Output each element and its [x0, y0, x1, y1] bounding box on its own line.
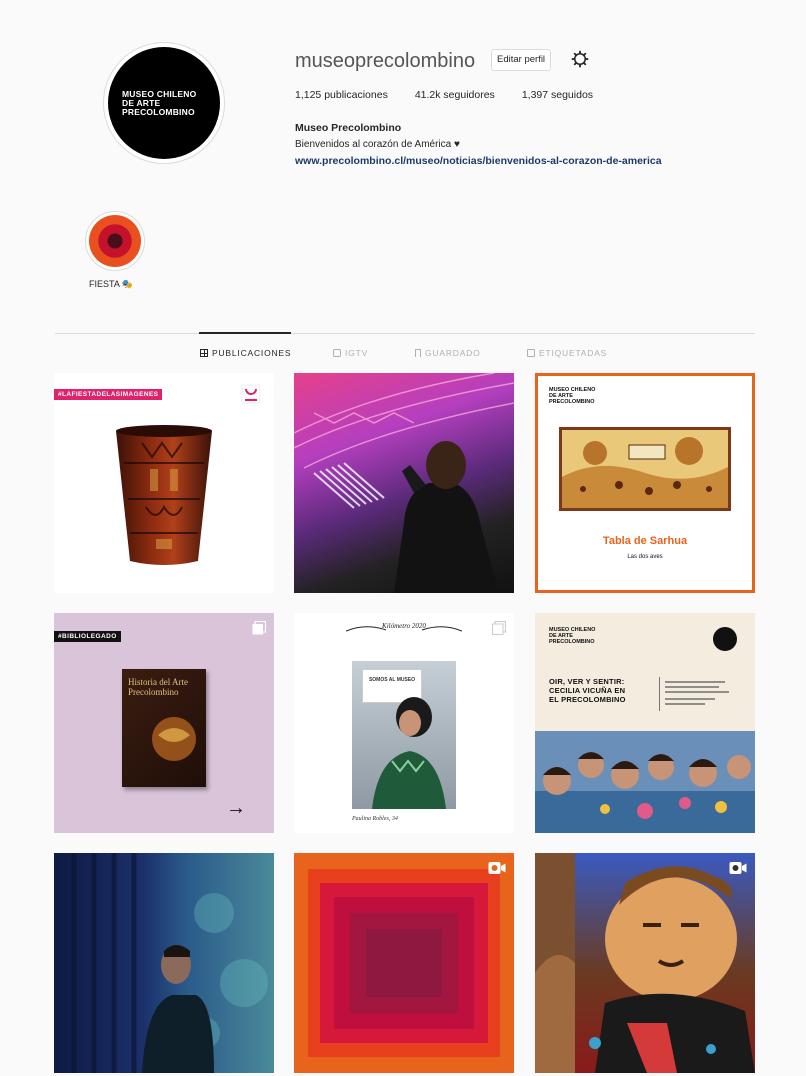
posts-count: 1,125 publicaciones [295, 89, 388, 101]
kero-vessel-image [116, 425, 212, 565]
tab-etiquetadas[interactable]: ETIQUETADAS [527, 348, 607, 358]
video-camera-icon [729, 862, 747, 874]
book-cover-image: Historia del Arte Precolombino [122, 669, 206, 787]
projection-photo [294, 373, 514, 593]
post-tile[interactable] [535, 853, 755, 1073]
active-tab-indicator [199, 332, 291, 334]
hashtag-label: #BIBLIOLEGADO [54, 631, 121, 642]
profile-website-link[interactable]: www.precolombino.cl/museo/noticias/bienv… [295, 155, 662, 167]
tab-label: IGTV [345, 348, 369, 358]
avatar-logo-text: MUSEO CHILENO DE ARTE PRECOLOMBINO [122, 88, 197, 117]
video-camera-icon [488, 862, 506, 874]
following-count[interactable]: 1,397 seguidos [522, 89, 593, 101]
tab-publicaciones[interactable]: PUBLICACIONES [200, 348, 291, 358]
profile-bio: Bienvenidos al corazón de América ♥ [295, 139, 460, 150]
event-details-text-lines [665, 681, 729, 705]
carousel-icon [252, 621, 266, 635]
tag-icon [527, 349, 535, 357]
museum-logo-text: MUSEO CHILENO DE ARTE PRECOLOMBINO [549, 387, 596, 405]
tab-label: PUBLICACIONES [212, 348, 292, 358]
tab-igtv[interactable]: IGTV [333, 348, 368, 358]
exhibit-photo [71, 853, 268, 1073]
followers-count[interactable]: 41.2k seguidores [415, 89, 495, 101]
profile-stats: 1,125 publicaciones 41.2k seguidores 1,3… [295, 89, 620, 101]
post-tile[interactable]: #LAFIESTADELASIMAGENES [54, 373, 274, 593]
post-subtitle: Las dos aves [627, 554, 663, 560]
highlight-cover-image [89, 215, 141, 267]
post-tile[interactable] [294, 853, 514, 1073]
badge-circle [713, 627, 737, 651]
post-title: Tabla de Sarhua [602, 535, 688, 547]
post-tile[interactable] [54, 853, 274, 1073]
sarhua-painting-image [559, 427, 731, 511]
avatar-image: MUSEO CHILENO DE ARTE PRECOLOMBINO [108, 47, 220, 159]
profile-full-name: Museo Precolombino [295, 122, 402, 134]
tabs-divider [55, 333, 755, 334]
museum-logo-icon [241, 384, 261, 404]
book-title: Historia del Arte Precolombino [128, 677, 188, 697]
children-photo [535, 731, 755, 833]
arrow-right-icon: → [226, 797, 246, 819]
post-tile[interactable]: #BIBLIOLEGADO Historia del Arte Precolom… [54, 613, 274, 833]
story-highlight-fiesta[interactable] [85, 211, 145, 271]
post-header-text: Kilómetro 2020 [382, 622, 426, 630]
photo-caption: Paulina Robles, 34 [352, 816, 398, 822]
highlight-label: FIESTA 🎭 [89, 279, 134, 289]
tab-guardado[interactable]: GUARDADO [415, 348, 481, 358]
square-layer [366, 929, 442, 997]
edit-profile-button[interactable]: Editar perfil [491, 49, 552, 71]
igtv-icon [333, 349, 341, 357]
tab-label: GUARDADO [425, 348, 481, 358]
profile-avatar[interactable]: MUSEO CHILENO DE ARTE PRECOLOMBINO [103, 42, 225, 164]
post-headline: OIR, VER Y SENTIR: CECILIA VICUÑA EN EL … [549, 677, 626, 704]
post-tile[interactable] [294, 373, 514, 593]
divider-line [659, 677, 660, 711]
post-tile[interactable]: Kilómetro 2020 SOMOS AL MUSEO Paulina Ro… [294, 613, 514, 833]
bookmark-icon [415, 349, 421, 357]
post-tile[interactable]: MUSEO CHILENO DE ARTE PRECOLOMBINO Tabla… [535, 373, 755, 593]
museum-logo-text: MUSEO CHILENO DE ARTE PRECOLOMBINO [549, 627, 596, 645]
grid-icon [200, 349, 208, 357]
settings-gear-icon[interactable] [571, 50, 589, 68]
tab-label: ETIQUETADAS [539, 348, 608, 358]
portrait-photo: SOMOS AL MUSEO [352, 661, 456, 809]
hashtag-label: #LAFIESTADELASIMAGENES [54, 389, 163, 400]
profile-username: museoprecolombino [295, 50, 476, 72]
festival-mask-photo [535, 853, 755, 1073]
post-tile[interactable]: MUSEO CHILENO DE ARTE PRECOLOMBINO OIR, … [535, 613, 755, 833]
